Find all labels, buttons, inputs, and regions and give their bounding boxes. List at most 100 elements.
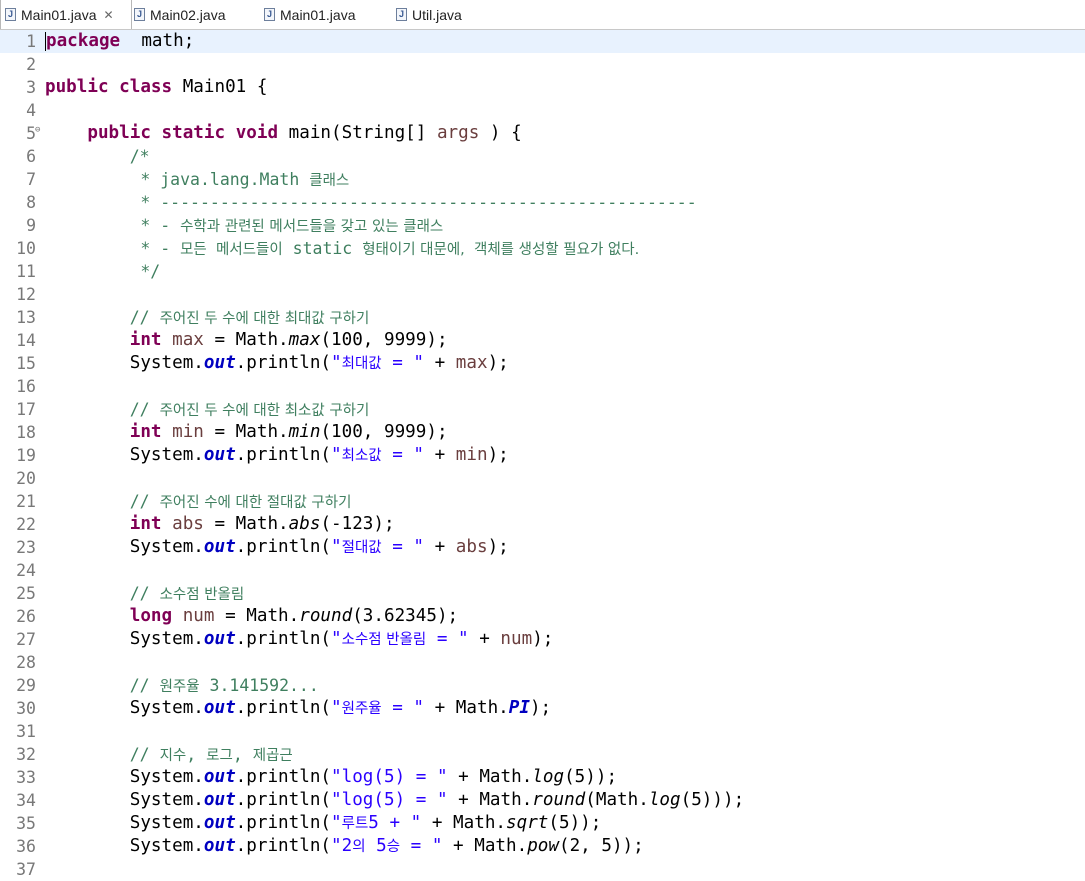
code-token: = Math. <box>203 330 289 350</box>
code-token: min <box>455 445 488 465</box>
code-line[interactable]: 33 System.out.println("log(5) = " + Math… <box>0 766 1085 789</box>
code-token: // <box>129 492 160 511</box>
code-token: System. <box>45 445 204 465</box>
code-token: , <box>232 745 253 764</box>
code-token: + <box>424 537 456 557</box>
code-line[interactable]: 8 * ------------------------------------… <box>0 191 1085 214</box>
code-text: // 주어진 두 수에 대한 최소값 구하기 <box>45 398 370 423</box>
code-line[interactable]: 2 <box>0 53 1085 76</box>
code-token: // <box>129 308 160 327</box>
code-line[interactable]: 1 package math; <box>0 30 1085 53</box>
code-line[interactable]: 28 <box>0 651 1085 674</box>
tab-main01-java-0[interactable]: J Main01.java ✕ <box>0 0 132 29</box>
code-token: 모든 메서드들이 <box>180 242 283 258</box>
code-token: .println( <box>235 790 332 810</box>
code-text: * java.lang.Math 클래스 <box>45 168 349 193</box>
code-token: , <box>186 745 207 764</box>
line-number: 16 <box>16 377 36 396</box>
code-token: .println( <box>235 767 332 787</box>
code-line[interactable]: 3 public class Main01 { <box>0 76 1085 99</box>
code-token: num <box>182 606 215 626</box>
close-tab-icon[interactable]: ✕ <box>104 8 114 22</box>
code-token: 형태이기 대문에, 객체를 생성할 필요가 없다. <box>362 242 640 258</box>
code-line[interactable]: 12 <box>0 283 1085 306</box>
tab-main02-java-1[interactable]: J Main02.java <box>128 0 252 29</box>
java-file-icon: J <box>134 8 145 21</box>
code-line[interactable]: 6 /* <box>0 145 1085 168</box>
code-token: PI <box>508 698 530 718</box>
code-line[interactable]: 30 System.out.println("원주율 = " + Math.PI… <box>0 697 1085 720</box>
code-token: 수학과 관련된 메서드들을 갖고 있는 클래스 <box>180 219 444 235</box>
code-token: + Math. <box>442 836 528 856</box>
code-line[interactable]: 26 long num = Math.round(3.62345); <box>0 605 1085 628</box>
code-token: void <box>235 123 279 143</box>
code-line[interactable]: 18 int min = Math.min(100, 9999); <box>0 421 1085 444</box>
code-text: int max = Math.max(100, 9999); <box>45 329 448 352</box>
line-number: 9 <box>26 216 36 235</box>
code-token: min <box>172 422 204 442</box>
code-token: round <box>532 790 586 810</box>
code-text: public static void main(String[] args ) … <box>45 122 521 145</box>
code-line[interactable]: 20 <box>0 467 1085 490</box>
line-number: 25 <box>16 584 36 603</box>
code-token: 의 <box>352 839 366 855</box>
java-file-icon: J <box>5 8 16 21</box>
code-line[interactable]: 22 int abs = Math.abs(-123); <box>0 513 1085 536</box>
code-line[interactable]: 9 * - 수학과 관련된 메서드들을 갖고 있는 클래스 <box>0 214 1085 237</box>
code-line[interactable]: 17 // 주어진 두 수에 대한 최소값 구하기 <box>0 398 1085 421</box>
code-line[interactable]: 23 System.out.println("절대값 = " + abs); <box>0 536 1085 559</box>
code-line[interactable]: 36 System.out.println("2의 5승 = " + Math.… <box>0 835 1085 858</box>
code-token: public <box>87 123 151 143</box>
code-token: 절대값 <box>341 540 382 556</box>
code-line[interactable]: 5 ⊖ public static void main(String[] args… <box>0 122 1085 145</box>
code-line[interactable]: 37 <box>0 858 1085 881</box>
code-line[interactable]: 21 // 주어진 수에 대한 절대값 구하기 <box>0 490 1085 513</box>
code-token: (100, 9999); <box>320 422 448 442</box>
code-line[interactable]: 19 System.out.println("최소값 = " + min); <box>0 444 1085 467</box>
code-token: = Math. <box>214 606 300 626</box>
code-line[interactable]: 25 // 소수점 반올림 <box>0 582 1085 605</box>
code-line[interactable]: 31 <box>0 720 1085 743</box>
code-token: + Math. <box>447 767 533 787</box>
tab-main01-java-2[interactable]: J Main01.java <box>258 0 384 29</box>
code-line[interactable]: 7 * java.lang.Math 클래스 <box>0 168 1085 191</box>
code-line[interactable]: 14 int max = Math.max(100, 9999); <box>0 329 1085 352</box>
code-token: (100, 9999); <box>320 330 448 350</box>
code-line[interactable]: 35 System.out.println("루트5 + " + Math.sq… <box>0 812 1085 835</box>
fold-toggle-icon[interactable]: ⊖ <box>35 122 40 139</box>
code-line[interactable]: 27 System.out.println("소수점 반올림 = " + num… <box>0 628 1085 651</box>
line-number: 21 <box>16 492 36 511</box>
code-text: System.out.println("최소값 = " + min); <box>45 444 509 468</box>
code-line[interactable]: 16 <box>0 375 1085 398</box>
code-text: // 주어진 두 수에 대한 최대값 구하기 <box>45 306 370 331</box>
code-line[interactable]: 11 */ <box>0 260 1085 283</box>
code-line[interactable]: 15 System.out.println("최대값 = " + max); <box>0 352 1085 375</box>
code-token: (2, 5)); <box>558 836 644 856</box>
code-line[interactable]: 34 System.out.println("log(5) = " + Math… <box>0 789 1085 812</box>
code-token: out <box>203 445 236 465</box>
code-line[interactable]: 4 <box>0 99 1085 122</box>
code-token: 5 + " <box>368 813 422 833</box>
code-line[interactable]: 13 // 주어진 두 수에 대한 최대값 구하기 <box>0 306 1085 329</box>
code-line[interactable]: 24 <box>0 559 1085 582</box>
line-number: 8 <box>26 193 36 212</box>
code-line[interactable]: 32 // 지수, 로그, 제곱근 <box>0 743 1085 766</box>
line-number: 10 <box>16 239 36 258</box>
code-token: package <box>46 31 121 51</box>
code-token: 소수점 반올림 <box>341 632 427 648</box>
tab-util-java-3[interactable]: J Util.java <box>390 0 486 29</box>
code-token: */ <box>140 262 161 281</box>
code-editor[interactable]: 1 package math; 2 3 public class Main01 {4 5 ⊖… <box>0 30 1085 879</box>
java-file-icon: J <box>396 8 407 21</box>
code-token: 로그 <box>206 748 233 764</box>
code-line[interactable]: 10 * - 모든 메서드들이 static 형태이기 대문에, 객체를 생성할… <box>0 237 1085 260</box>
code-line[interactable]: 29 // 원주율 3.141592... <box>0 674 1085 697</box>
